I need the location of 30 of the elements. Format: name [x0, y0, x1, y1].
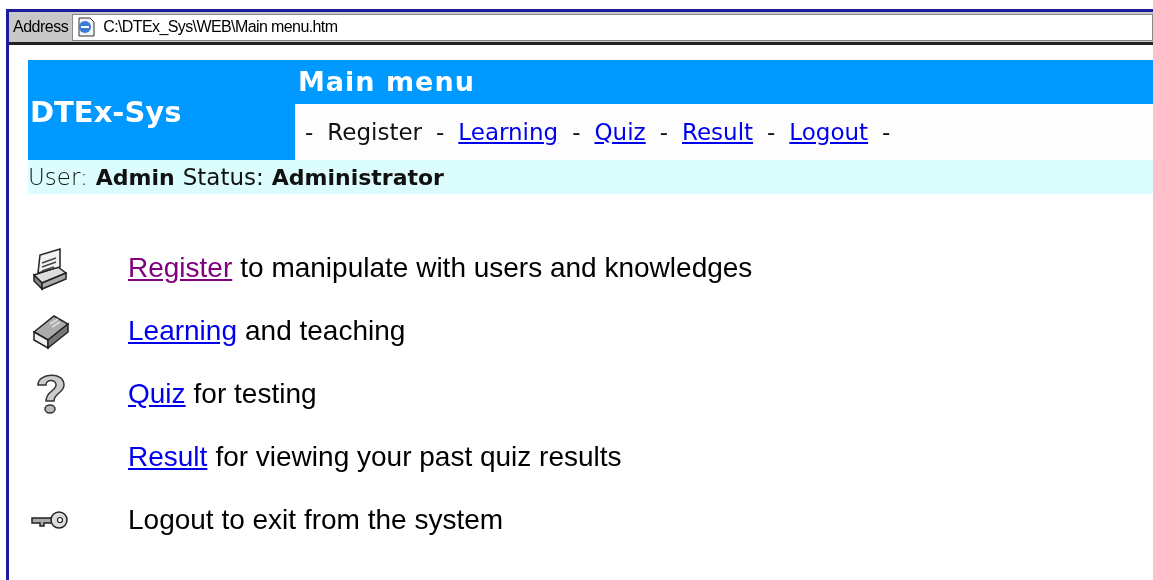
- logo-text: DTEx-Sys: [29, 93, 182, 131]
- nav-link[interactable]: Learning: [458, 114, 559, 150]
- nav-link[interactable]: Logout: [789, 114, 869, 150]
- menu-description: for testing: [193, 376, 317, 411]
- nav-separator: -: [659, 117, 668, 147]
- nav-separator: -: [436, 117, 445, 147]
- page-title: Main menu: [297, 64, 475, 99]
- menu-link[interactable]: Register: [128, 246, 233, 289]
- nav-link[interactable]: Result: [681, 114, 754, 150]
- user-label: User:: [28, 162, 88, 192]
- menu-description: to manipulate with users and knowledges: [240, 250, 753, 285]
- address-url: C:\DTEx_Sys\WEB\Main menu.htm: [103, 17, 338, 37]
- page-icon: [75, 16, 98, 38]
- user-name: Admin: [95, 163, 175, 192]
- menu-description: Logout to exit from the system: [128, 502, 504, 537]
- address-label: Address: [13, 17, 70, 37]
- nav-link[interactable]: Quiz: [594, 114, 646, 150]
- address-field[interactable]: C:\DTEx_Sys\WEB\Main menu.htm: [72, 13, 1153, 41]
- menu-link[interactable]: Learning: [128, 309, 237, 352]
- menu-description: for viewing your past quiz results: [215, 439, 622, 474]
- menu-description: and teaching: [245, 313, 406, 348]
- status-value: Administrator: [271, 163, 444, 192]
- nav-separator: -: [882, 117, 891, 147]
- menu-link[interactable]: Result: [128, 435, 208, 478]
- nav-current: Register: [327, 117, 422, 147]
- status-label: Status:: [182, 162, 264, 192]
- menu-link[interactable]: Quiz: [128, 372, 186, 415]
- nav-separator: -: [767, 117, 776, 147]
- nav-separator: -: [305, 117, 314, 147]
- nav-separator: -: [572, 117, 581, 147]
